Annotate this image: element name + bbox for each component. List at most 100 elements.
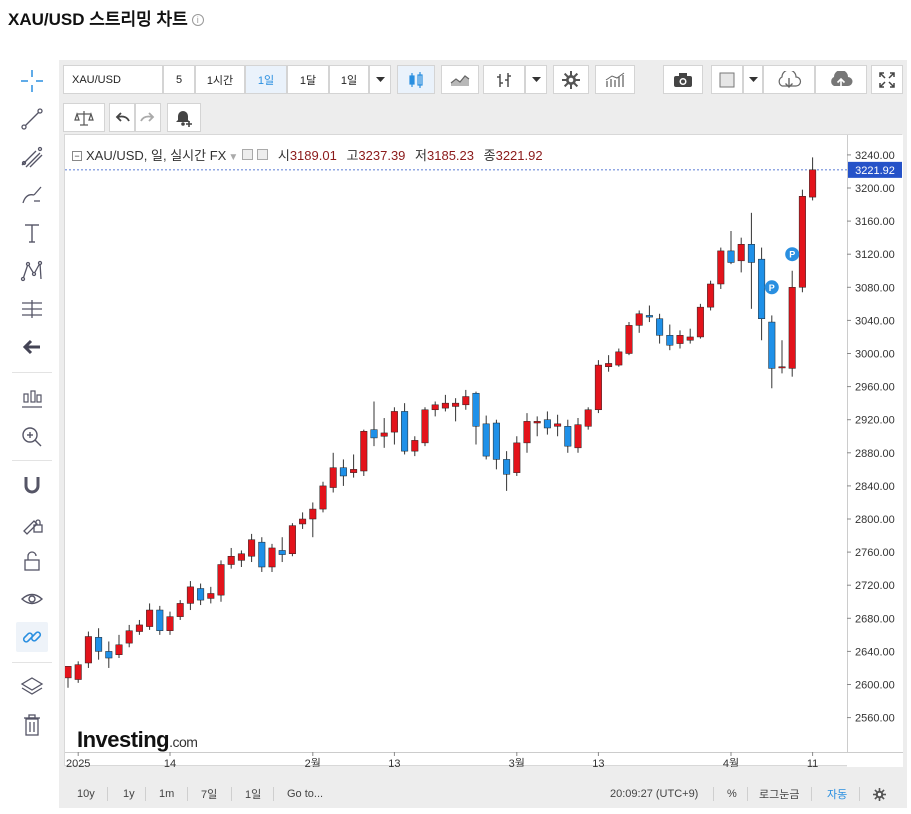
brush-icon[interactable] [16, 180, 48, 210]
candle-body [146, 609, 154, 627]
candle-body [472, 392, 480, 427]
layers-icon[interactable] [16, 672, 48, 702]
candle-body [696, 306, 704, 338]
fib-tools-icon[interactable] [16, 142, 48, 172]
y-tick-label: 3120.00 [855, 249, 895, 261]
area-chart-icon[interactable] [441, 65, 479, 94]
y-tick-label: 2640.00 [855, 646, 895, 658]
interval-selected[interactable]: 1일 [329, 65, 369, 94]
chart-type-dropdown-caret-icon[interactable] [525, 65, 547, 94]
candle-body [645, 315, 653, 318]
candle-body [105, 651, 113, 659]
candle-body [380, 432, 388, 437]
goto-date-button[interactable]: Go to... [287, 786, 323, 802]
candle-body [747, 244, 755, 263]
candle-body [594, 364, 602, 411]
redo-icon[interactable] [135, 103, 161, 132]
y-tick-label: 2880.00 [855, 448, 895, 460]
camera-icon[interactable] [663, 65, 703, 94]
x-tick-label: 3월 [509, 757, 525, 767]
interval-1m[interactable]: 1달 [287, 65, 329, 94]
color-dropdown-caret-icon[interactable] [743, 65, 763, 94]
divider [187, 787, 188, 801]
candle-body [166, 616, 174, 631]
y-tick-label: 3240.00 [855, 150, 895, 162]
log-scale-toggle[interactable]: 로그눈금 [759, 786, 799, 802]
cloud-upload-icon[interactable] [815, 65, 867, 94]
candle-body [564, 426, 572, 447]
trash-icon[interactable] [16, 710, 48, 740]
candle-body [197, 588, 205, 601]
candle-body [227, 555, 235, 565]
unlock-icon[interactable] [16, 546, 48, 576]
range-1y[interactable]: 1y [123, 786, 135, 802]
price-chart[interactable]: 2560.00 2600.00 2640.00 2680.00 2720.00 2760.… [65, 135, 903, 767]
y-tick-label: 2680.00 [855, 613, 895, 625]
candle-body [268, 547, 276, 568]
trend-line-icon[interactable] [16, 104, 48, 134]
text-tool-icon[interactable] [16, 218, 48, 248]
crosshair-icon[interactable] [16, 66, 48, 96]
ruler-icon[interactable] [16, 384, 48, 414]
candle-body [798, 196, 806, 288]
auto-scale-toggle[interactable]: 자동 [827, 786, 847, 802]
candle-body [125, 630, 133, 644]
candlestick-icon[interactable] [397, 65, 435, 94]
cloud-download-icon[interactable] [763, 65, 815, 94]
interval-1h[interactable]: 1시간 [195, 65, 245, 94]
chart-widget: XAU/USD 5 1시간 1일 1달 1일 2560.00 2600.00 2… [59, 60, 907, 808]
candle-body [523, 421, 531, 444]
candle-body [758, 258, 766, 319]
percent-scale-toggle[interactable]: % [727, 786, 737, 802]
eye-icon[interactable] [16, 584, 48, 614]
chart-canvas[interactable]: 2560.00 2600.00 2640.00 2680.00 2720.00 2760.… [64, 134, 903, 767]
legend-visibility-icon[interactable] [242, 149, 254, 160]
interval-1d[interactable]: 1일 [245, 65, 287, 94]
link-icon[interactable] [16, 622, 48, 652]
interval-5[interactable]: 5 [163, 65, 195, 94]
x-tick-label: 14 [164, 758, 176, 767]
color-swatch-icon[interactable] [711, 65, 743, 94]
candle-body [727, 250, 735, 263]
legend-dropdown-caret-icon[interactable]: ▼ [228, 152, 238, 163]
add-alert-bell-icon[interactable] [167, 103, 201, 132]
symbol-input[interactable]: XAU/USD [63, 65, 163, 94]
interval-dropdown-caret-icon[interactable] [369, 65, 391, 94]
undo-icon[interactable] [109, 103, 135, 132]
range-1m[interactable]: 1m [159, 786, 174, 802]
y-tick-label: 3160.00 [855, 216, 895, 228]
lock-drawing-icon[interactable] [16, 508, 48, 538]
divider [859, 787, 860, 801]
divider [811, 787, 812, 801]
compare-scale-icon[interactable] [63, 103, 105, 132]
settings-gear-icon[interactable] [553, 65, 589, 94]
candle-body [95, 637, 103, 652]
y-tick-label: 2920.00 [855, 415, 895, 427]
magnet-icon[interactable] [16, 470, 48, 500]
candle-body [309, 508, 317, 520]
candle-body [390, 411, 398, 433]
fullscreen-icon[interactable] [871, 65, 903, 94]
pattern-icon[interactable] [16, 256, 48, 286]
range-7d[interactable]: 7일 [201, 786, 217, 802]
back-arrow-icon[interactable] [16, 332, 48, 362]
candle-body [74, 664, 82, 680]
candle-body [737, 244, 745, 262]
indicators-icon[interactable] [595, 65, 635, 94]
bar-chart-icon[interactable] [483, 65, 525, 94]
zoom-in-icon[interactable] [16, 422, 48, 452]
legend-settings-icon[interactable] [257, 149, 269, 160]
info-icon[interactable]: i [191, 14, 204, 26]
settings-gear-icon[interactable] [873, 786, 886, 802]
candle-body [411, 440, 419, 452]
chart-top-toolbar: XAU/USD 5 1시간 1일 1달 1일 [59, 60, 907, 100]
collapse-legend-icon[interactable]: − [72, 151, 82, 161]
range-1d[interactable]: 1일 [245, 786, 261, 802]
candle-body [135, 624, 143, 632]
candle-body [584, 409, 592, 427]
investing-watermark-logo: Investing.com [77, 727, 198, 753]
range-10y[interactable]: 10y [77, 786, 95, 802]
y-tick-label: 3000.00 [855, 349, 895, 361]
prediction-measure-icon[interactable] [16, 294, 48, 324]
x-tick-label: 13 [388, 758, 400, 767]
